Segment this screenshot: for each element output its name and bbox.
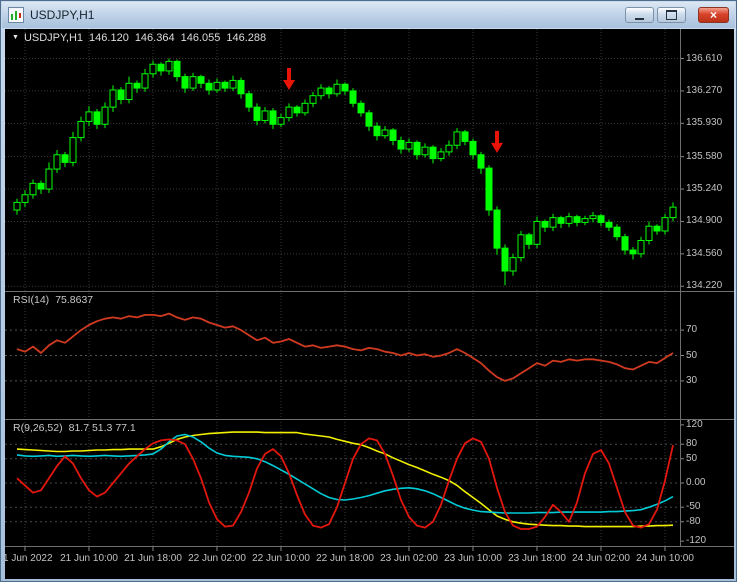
low-value: 146.055 bbox=[181, 32, 221, 44]
price-tick-label: 136.270 bbox=[686, 85, 722, 96]
time-tick-label: 24 Jun 02:00 bbox=[572, 553, 630, 564]
ohlc-header: ▼ USDJPY,H1 146.120 146.364 146.055 146.288 bbox=[12, 32, 272, 44]
rsi-indicator-label: RSI(14) 75.8637 bbox=[13, 294, 99, 306]
oscillator-tick-label: 120 bbox=[686, 419, 703, 430]
close-button[interactable]: × bbox=[698, 7, 729, 23]
window-title: USDJPY,H1 bbox=[30, 8, 625, 22]
oscillator-tick-label: 80 bbox=[686, 438, 697, 449]
oscillator-tick-label: -50 bbox=[686, 501, 700, 512]
window-icon bbox=[8, 7, 24, 23]
oscillator-tick-label: -120 bbox=[686, 535, 706, 546]
time-tick-label: 24 Jun 10:00 bbox=[636, 553, 694, 564]
window-titlebar[interactable]: USDJPY,H1 × bbox=[2, 2, 735, 28]
chart-window: USDJPY,H1 × ▼ USDJPY,H1 146.120 146.364 146.… bbox=[0, 0, 737, 582]
time-tick-label: 21 Jun 10:00 bbox=[60, 553, 118, 564]
price-tick-label: 134.900 bbox=[686, 215, 722, 226]
time-tick-label: 21 Jun 2022 bbox=[5, 553, 53, 564]
sell-arrow-icon[interactable] bbox=[283, 68, 295, 90]
axis-ticks bbox=[25, 59, 684, 551]
maximize-icon bbox=[666, 10, 677, 20]
oscillator-tick-label: 50 bbox=[686, 453, 697, 464]
time-tick-label: 23 Jun 18:00 bbox=[508, 553, 566, 564]
time-tick-label: 21 Jun 18:00 bbox=[124, 553, 182, 564]
time-tick-label: 22 Jun 18:00 bbox=[316, 553, 374, 564]
high-value: 146.364 bbox=[135, 32, 175, 44]
close-icon: × bbox=[710, 9, 717, 21]
minimize-icon bbox=[635, 15, 644, 20]
time-tick-label: 23 Jun 02:00 bbox=[380, 553, 438, 564]
chart-canvas[interactable] bbox=[5, 29, 734, 579]
oscillator-name: R(9,26,52) bbox=[13, 422, 63, 434]
rsi-tick-label: 50 bbox=[686, 350, 697, 361]
close-value: 146.288 bbox=[226, 32, 266, 44]
price-tick-label: 134.220 bbox=[686, 280, 722, 291]
maximize-button[interactable] bbox=[657, 7, 686, 23]
sell-arrow-icon[interactable] bbox=[491, 131, 503, 153]
panel-splitter[interactable] bbox=[5, 419, 734, 420]
panel-splitter[interactable] bbox=[5, 291, 734, 292]
price-tick-label: 134.560 bbox=[686, 248, 722, 259]
time-tick-label: 22 Jun 02:00 bbox=[188, 553, 246, 564]
price-tick-label: 135.240 bbox=[686, 183, 722, 194]
time-axis[interactable]: 21 Jun 2022 21 Jun 10:00 21 Jun 18:00 22 Ju… bbox=[5, 547, 734, 579]
rsi-value: 75.8637 bbox=[55, 294, 93, 306]
minimize-button[interactable] bbox=[625, 7, 654, 23]
price-tick-label: 136.610 bbox=[686, 53, 722, 64]
price-tick-label: 135.580 bbox=[686, 151, 722, 162]
oscillator-tick-label: -80 bbox=[686, 516, 700, 527]
oscillator-values: 81.7 51.3 77.1 bbox=[69, 422, 136, 434]
oscillator-indicator-label: R(9,26,52) 81.7 51.3 77.1 bbox=[13, 422, 142, 434]
grid-layer bbox=[5, 29, 680, 546]
rsi-tick-label: 30 bbox=[686, 375, 697, 386]
price-axis[interactable]: 136.610 136.270 135.930 135.580 135.240 134.9… bbox=[680, 29, 734, 579]
chevron-down-icon[interactable]: ▼ bbox=[12, 34, 19, 41]
open-value: 146.120 bbox=[89, 32, 129, 44]
time-tick-label: 22 Jun 10:00 bbox=[252, 553, 310, 564]
price-tick-label: 135.930 bbox=[686, 117, 722, 128]
rsi-name: RSI(14) bbox=[13, 294, 49, 306]
time-tick-label: 23 Jun 10:00 bbox=[444, 553, 502, 564]
chart-client-area: ▼ USDJPY,H1 146.120 146.364 146.055 146.288 R… bbox=[5, 29, 734, 579]
symbol-label: USDJPY,H1 bbox=[24, 32, 83, 44]
oscillator-tick-label: 0.00 bbox=[686, 477, 705, 488]
rsi-tick-label: 70 bbox=[686, 324, 697, 335]
